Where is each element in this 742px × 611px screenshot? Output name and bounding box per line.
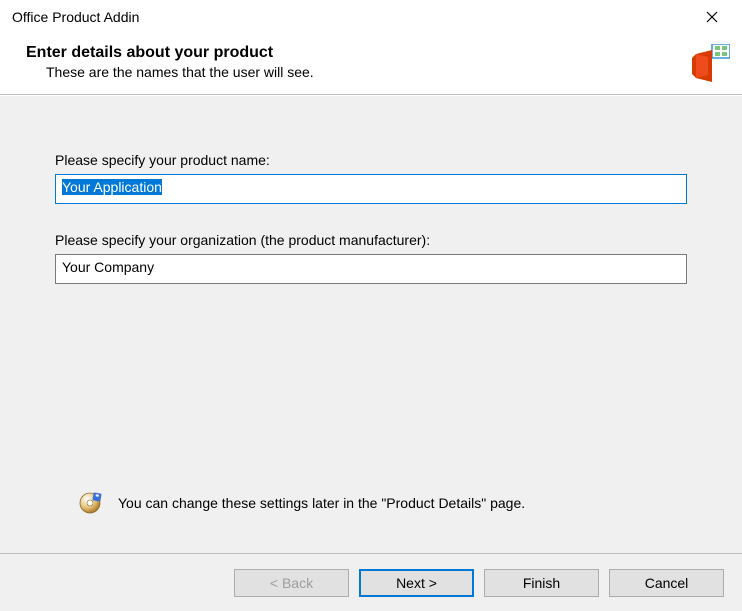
next-button[interactable]: Next > bbox=[359, 569, 474, 597]
close-icon bbox=[706, 11, 718, 23]
wizard-footer: < Back Next > Finish Cancel bbox=[0, 553, 742, 611]
product-name-label: Please specify your product name: bbox=[55, 152, 687, 168]
window-title: Office Product Addin bbox=[10, 9, 139, 25]
back-button: < Back bbox=[234, 569, 349, 597]
close-button[interactable] bbox=[692, 2, 732, 32]
page-subtitle: These are the names that the user will s… bbox=[46, 64, 722, 80]
wizard-content: Please specify your product name: Your A… bbox=[0, 95, 742, 553]
finish-button[interactable]: Finish bbox=[484, 569, 599, 597]
organization-value: Your Company bbox=[62, 259, 154, 275]
organization-label: Please specify your organization (the pr… bbox=[55, 232, 687, 248]
info-row: You can change these settings later in t… bbox=[78, 491, 687, 515]
info-text: You can change these settings later in t… bbox=[118, 495, 525, 511]
wizard-window: Office Product Addin Enter details about… bbox=[0, 0, 742, 611]
page-title: Enter details about your product bbox=[26, 44, 722, 62]
info-disc-icon bbox=[78, 491, 102, 515]
titlebar: Office Product Addin bbox=[0, 0, 742, 34]
product-name-input[interactable]: Your Application bbox=[55, 174, 687, 204]
cancel-button[interactable]: Cancel bbox=[609, 569, 724, 597]
wizard-header: Enter details about your product These a… bbox=[0, 34, 742, 95]
product-name-value: Your Application bbox=[62, 179, 162, 195]
organization-input[interactable]: Your Company bbox=[55, 254, 687, 284]
office-product-icon bbox=[690, 44, 730, 84]
